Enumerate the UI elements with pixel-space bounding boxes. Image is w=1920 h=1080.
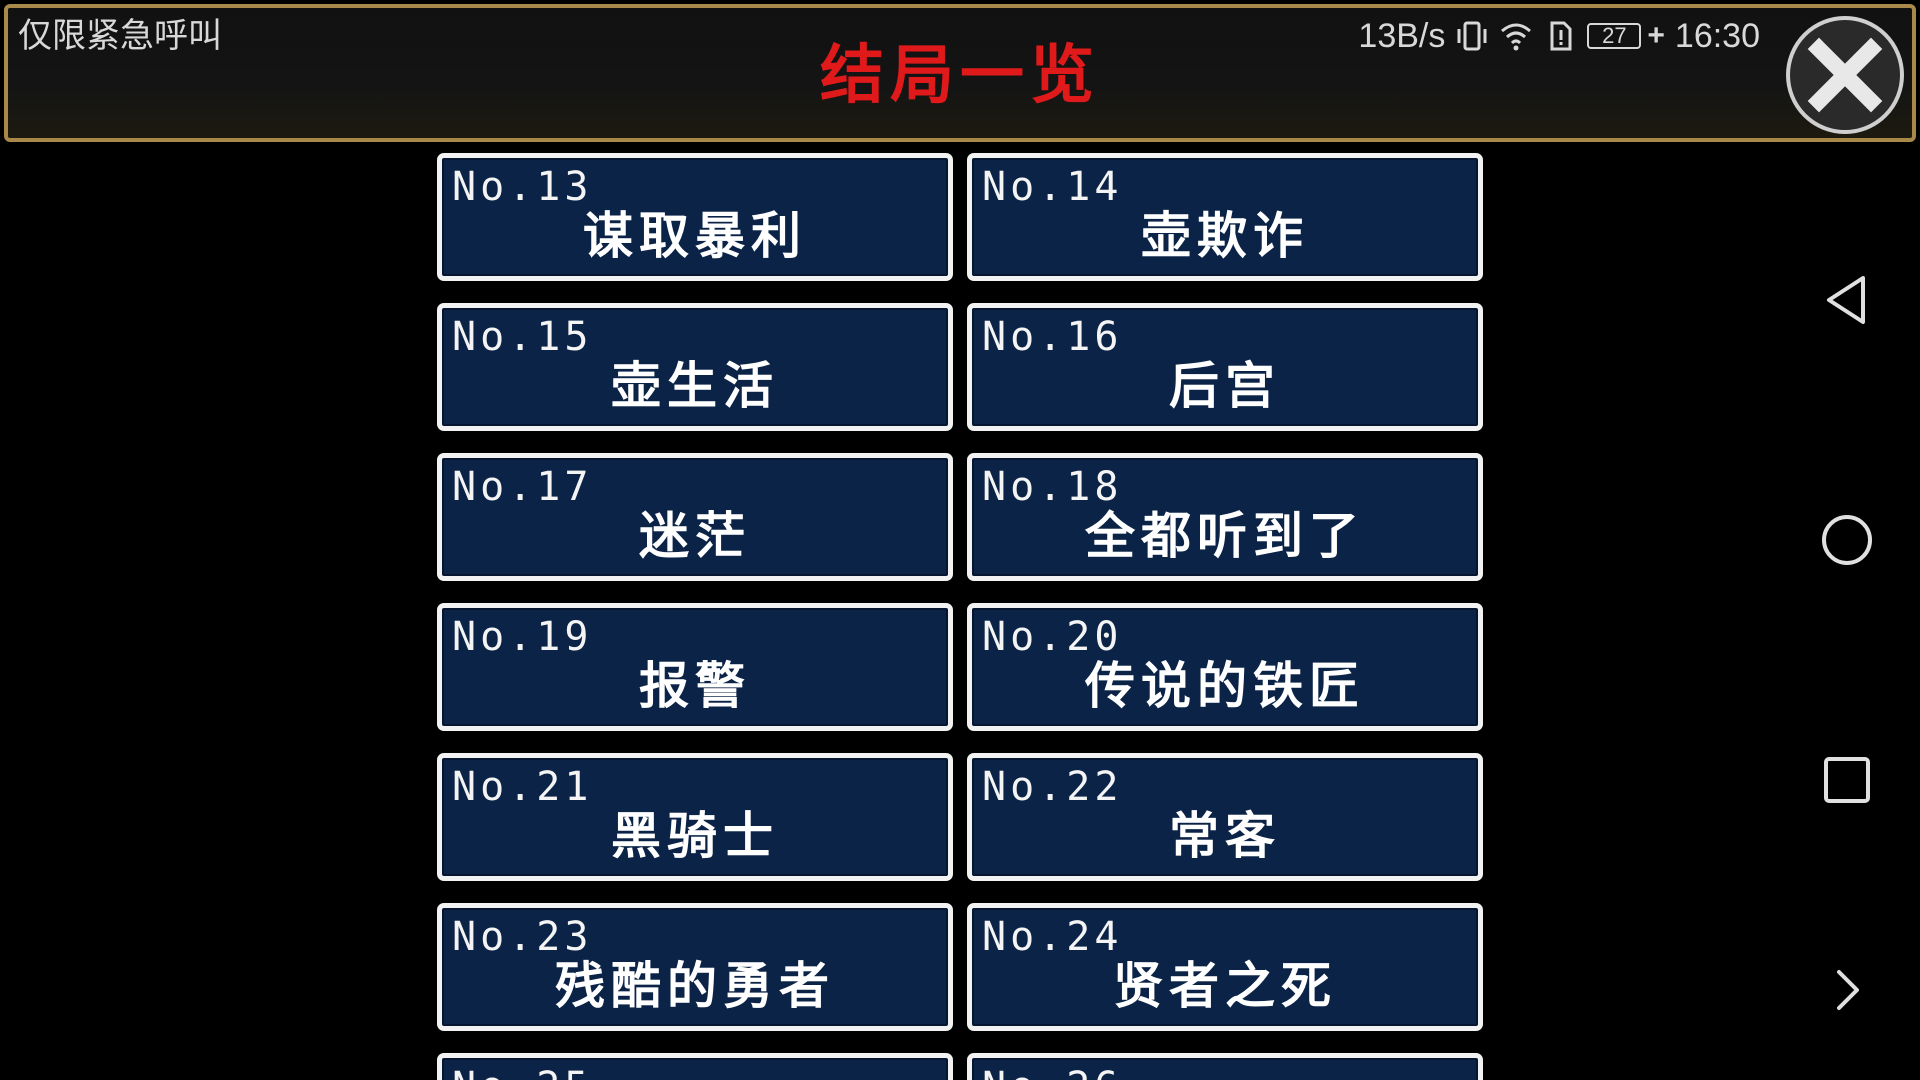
ending-name: 全都听到了 (1085, 507, 1365, 565)
ending-name: 壶生活 (611, 357, 779, 415)
charging-plus-icon: + (1647, 19, 1665, 52)
ending-number: No.14 (982, 164, 1123, 210)
ending-number: No.16 (982, 314, 1123, 360)
ending-number: No.13 (452, 164, 593, 210)
carrier-status-text: 仅限紧急呼叫 (18, 17, 222, 55)
ending-number: No.25 (452, 1062, 592, 1080)
nav-back-button[interactable] (1812, 265, 1882, 335)
ending-card[interactable]: No.26 (967, 1053, 1483, 1080)
nav-home-button[interactable] (1812, 505, 1882, 575)
chevron-right-icon (1837, 970, 1859, 1010)
vibrate-icon (1455, 19, 1489, 53)
ending-name: 迷茫 (639, 507, 751, 565)
ending-number: No.18 (982, 464, 1123, 510)
ending-name: 常客 (1169, 807, 1281, 865)
ending-name: 谋取暴利 (583, 207, 807, 265)
ending-number: No.24 (982, 914, 1123, 960)
square-recents-icon (1824, 757, 1870, 803)
ending-number: No.22 (982, 764, 1123, 810)
ending-number: No.20 (982, 614, 1123, 660)
ending-card[interactable]: No.18 全都听到了 (967, 453, 1483, 581)
ending-name: 残酷的勇者 (555, 957, 835, 1015)
battery-icon: 27 (1587, 23, 1642, 49)
sim-alert-icon (1543, 19, 1577, 53)
status-bar-right: 13B/s 27 + 16:30 (1358, 14, 1760, 58)
ending-card[interactable]: No.23 残酷的勇者 (437, 903, 953, 1031)
battery-level: 27 (1602, 23, 1627, 48)
ending-number: No.19 (452, 614, 593, 660)
ending-name: 后宫 (1169, 357, 1281, 415)
ending-name: 黑骑士 (611, 807, 779, 865)
clock: 16:30 (1674, 16, 1760, 55)
triangle-back-icon (1827, 276, 1865, 324)
ending-card[interactable]: No.17 迷茫 (437, 453, 953, 581)
ending-card[interactable]: No.13 谋取暴利 (437, 153, 953, 281)
ending-card[interactable]: No.20 传说的铁匠 (967, 603, 1483, 731)
nav-more-button[interactable] (1812, 955, 1882, 1025)
ending-name: 贤者之死 (1113, 957, 1337, 1015)
ending-list: No.13 谋取暴利 No.14 壶欺诈 No.15 壶生活 No.16 后宫 No.17 迷茫 N… (437, 153, 1483, 1080)
ending-name: 报警 (639, 657, 751, 715)
ending-card[interactable]: No.19 报警 (437, 603, 953, 731)
ending-card[interactable]: No.16 后宫 (967, 303, 1483, 431)
ending-card[interactable]: No.14 壶欺诈 (967, 153, 1483, 281)
nav-recents-button[interactable] (1812, 745, 1882, 815)
ending-number: No.21 (452, 764, 593, 810)
ending-number: No.23 (452, 914, 593, 960)
ending-number: No.17 (452, 464, 593, 510)
game-screen: 结局一览 仅限紧急呼叫 13B/s 27 + 16:30 No.13 谋取暴利 … (0, 0, 1920, 1080)
ending-number: No.15 (452, 314, 593, 360)
ending-card[interactable]: No.22 常客 (967, 753, 1483, 881)
close-button[interactable] (1786, 16, 1904, 134)
circle-home-icon (1822, 515, 1872, 565)
close-x-icon (1807, 37, 1883, 113)
ending-card[interactable]: No.21 黑骑士 (437, 753, 953, 881)
ending-name: 传说的铁匠 (1085, 657, 1365, 715)
ending-name: 壶欺诈 (1141, 207, 1309, 265)
network-speed: 13B/s (1358, 16, 1446, 55)
wifi-icon (1499, 19, 1533, 53)
ending-card[interactable]: No.24 贤者之死 (967, 903, 1483, 1031)
ending-number: No.26 (982, 1062, 1122, 1080)
ending-card[interactable]: No.15 壶生活 (437, 303, 953, 431)
ending-card[interactable]: No.25 (437, 1053, 953, 1080)
